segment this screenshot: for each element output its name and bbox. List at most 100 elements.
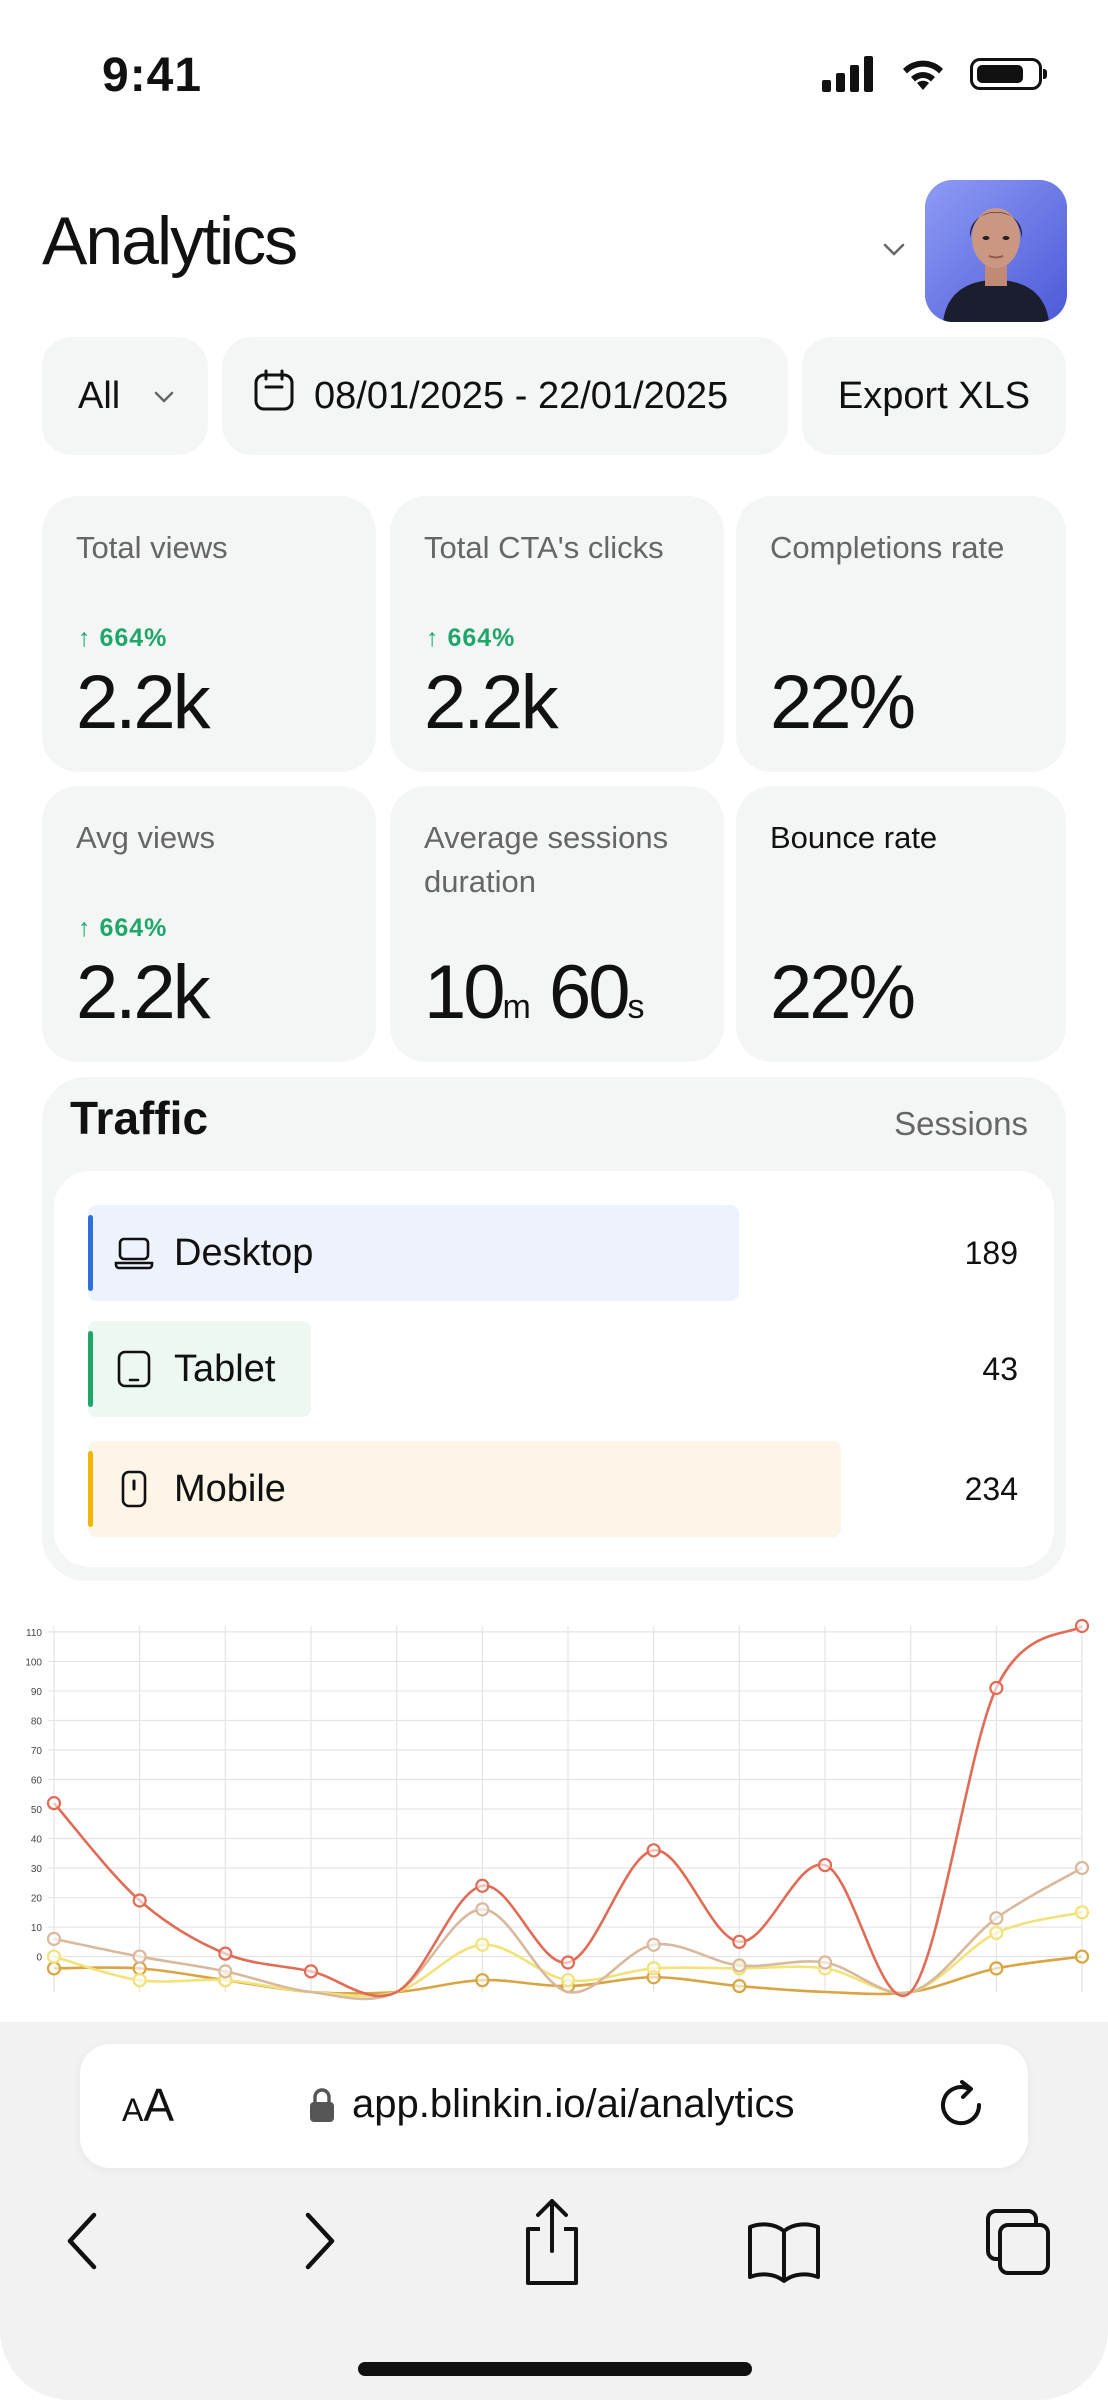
data-point[interactable] — [475, 1973, 490, 1988]
data-point[interactable] — [46, 1931, 62, 1946]
filter-bar: All 08/01/2025 - 22/01/2025 Export XLS — [42, 337, 1066, 455]
data-point[interactable] — [46, 1795, 62, 1811]
traffic-row-tablet[interactable]: Tablet 43 — [88, 1321, 1018, 1417]
data-point[interactable] — [646, 1961, 661, 1976]
data-point[interactable] — [1074, 1860, 1090, 1876]
duration-seconds-unit: s — [627, 988, 645, 1026]
stat-label: Total CTA's clicks — [424, 530, 664, 565]
data-point[interactable] — [989, 1925, 1004, 1941]
segment-dropdown[interactable]: All — [42, 337, 208, 455]
stat-label: Total views — [76, 530, 228, 565]
stat-card-total-views[interactable]: Total views ↑ 664% 2.2k — [42, 496, 376, 772]
traffic-list: Desktop 189 Tablet 43 Mobile 234 — [54, 1171, 1054, 1567]
segment-value: All — [78, 374, 121, 417]
traffic-bar-edge — [88, 1215, 93, 1291]
data-point[interactable] — [46, 1961, 62, 1976]
avatar[interactable] — [925, 180, 1067, 322]
y-tick-label: 80 — [31, 1716, 43, 1727]
data-point[interactable] — [560, 1955, 576, 1970]
data-point[interactable] — [1074, 1618, 1090, 1634]
address-bar[interactable]: AA app.blinkin.io/ai/analytics — [80, 2044, 1028, 2168]
share-icon[interactable] — [520, 2197, 584, 2292]
sessions-line-chart: 0 10 20 30 40 50 60 70 80 90 100 110 — [0, 1612, 1108, 2022]
chevron-down-icon[interactable] — [883, 232, 905, 264]
traffic-value: 234 — [964, 1470, 1018, 1507]
tabs-icon[interactable] — [984, 2197, 1054, 2292]
data-point[interactable] — [560, 1973, 576, 1988]
date-range-value: 08/01/2025 - 22/01/2025 — [314, 374, 729, 417]
stat-label: Average sessions duration — [424, 820, 669, 899]
data-point[interactable] — [475, 1902, 490, 1917]
data-point[interactable] — [218, 1946, 233, 1961]
data-point[interactable] — [989, 1961, 1004, 1976]
data-point[interactable] — [1074, 1905, 1090, 1920]
data-point[interactable] — [303, 1964, 319, 1979]
browser-toolbar: AA app.blinkin.io/ai/analytics — [0, 2022, 1108, 2400]
stat-label: Avg views — [76, 820, 215, 855]
data-point[interactable] — [646, 1937, 661, 1952]
browser-nav — [0, 2197, 1108, 2297]
data-point[interactable] — [817, 1857, 833, 1873]
duration-minutes-unit: m — [502, 988, 531, 1026]
traffic-label: Tablet — [114, 1321, 275, 1417]
stat-card-bounce-rate[interactable]: Bounce rate 22% — [736, 786, 1066, 1062]
url-text[interactable]: app.blinkin.io/ai/analytics — [308, 2082, 794, 2127]
stat-value: 2.2k — [76, 660, 211, 745]
data-point[interactable] — [732, 1978, 747, 1994]
data-point[interactable] — [989, 1911, 1004, 1926]
date-range-picker[interactable]: 08/01/2025 - 22/01/2025 — [222, 337, 788, 455]
data-point[interactable] — [475, 1878, 490, 1893]
export-xls-button[interactable]: Export XLS — [802, 337, 1066, 455]
y-tick-label: 60 — [31, 1775, 43, 1786]
y-tick-label: 90 — [31, 1687, 43, 1698]
text-size-button[interactable]: AA — [122, 2078, 174, 2132]
stat-card-avg-views[interactable]: Avg views ↑ 664% 2.2k — [42, 786, 376, 1062]
data-point[interactable] — [132, 1973, 147, 1988]
stat-card-total-cta-clicks[interactable]: Total CTA's clicks ↑ 664% 2.2k — [390, 496, 724, 772]
calendar-icon — [252, 369, 296, 423]
phone-icon — [121, 1470, 147, 1508]
status-time: 9:41 — [102, 49, 203, 102]
battery-icon — [970, 58, 1047, 90]
traffic-row-desktop[interactable]: Desktop 189 — [88, 1205, 1018, 1301]
reload-icon[interactable] — [932, 2076, 990, 2139]
cellular-signal-icon — [822, 56, 873, 92]
traffic-label-text: Tablet — [174, 1347, 276, 1390]
y-tick-label: 110 — [26, 1628, 42, 1639]
stat-card-average-sessions-duration[interactable]: Average sessions duration 10m 60s — [390, 786, 724, 1062]
data-point[interactable] — [1074, 1949, 1090, 1964]
data-point[interactable] — [646, 1843, 661, 1858]
bookmarks-icon[interactable] — [746, 2197, 822, 2292]
traffic-panel: Traffic Sessions Desktop 189 Tablet 43 M… — [42, 1077, 1066, 1581]
stat-delta: ↑ 664% — [78, 624, 168, 652]
chevron-down-icon — [154, 382, 174, 410]
data-point[interactable] — [732, 1958, 747, 1973]
data-point[interactable] — [732, 1934, 747, 1949]
back-icon[interactable] — [58, 2197, 108, 2292]
page-title: Analytics — [42, 203, 298, 279]
status-bar: 9:41 — [0, 0, 1108, 150]
y-tick-label: 20 — [31, 1894, 43, 1905]
sessions-column-label: Sessions — [894, 1105, 1028, 1142]
duration-minutes: 10 — [424, 950, 506, 1035]
data-point[interactable] — [475, 1937, 490, 1952]
traffic-label: Desktop — [114, 1205, 313, 1301]
data-point[interactable] — [46, 1949, 62, 1964]
traffic-label-text: Mobile — [174, 1467, 286, 1510]
data-point[interactable] — [218, 1964, 233, 1979]
y-tick-label: 40 — [31, 1835, 43, 1846]
y-tick-label: 10 — [31, 1923, 43, 1934]
stat-label: Bounce rate — [770, 820, 938, 855]
stat-card-completions-rate[interactable]: Completions rate 22% — [736, 496, 1066, 772]
traffic-row-mobile[interactable]: Mobile 234 — [88, 1441, 1018, 1537]
traffic-label: Mobile — [114, 1441, 286, 1537]
forward-icon[interactable] — [294, 2197, 344, 2292]
y-tick-label: 70 — [31, 1746, 43, 1757]
data-point[interactable] — [817, 1955, 833, 1970]
stat-value: 10m 60s — [424, 948, 645, 1052]
data-point[interactable] — [132, 1893, 147, 1908]
data-point[interactable] — [132, 1949, 147, 1964]
data-point[interactable] — [989, 1680, 1004, 1696]
traffic-bar-edge — [88, 1451, 93, 1527]
data-point[interactable] — [132, 1961, 147, 1976]
